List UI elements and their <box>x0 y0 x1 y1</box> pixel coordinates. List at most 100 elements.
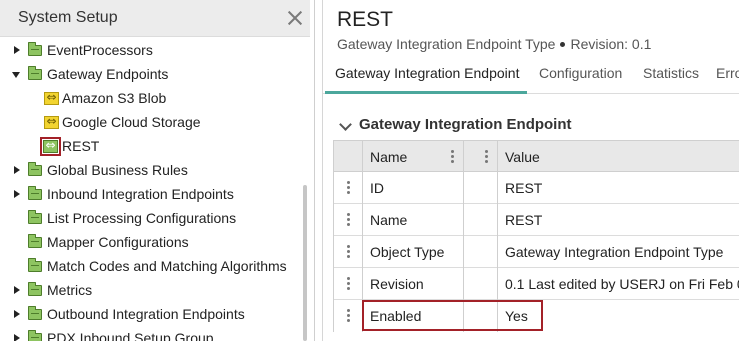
drag-handle-icon[interactable] <box>347 213 350 227</box>
system-setup-panel: System Setup EventProcessors Gateway End… <box>0 0 315 341</box>
editor-panel: REST Gateway Integration Endpoint Type Re… <box>322 0 739 341</box>
row-drag-handle[interactable] <box>334 204 363 236</box>
expand-caret-icon[interactable] <box>12 284 22 296</box>
tree-item-mapper-configurations[interactable]: Mapper Configurations <box>12 230 189 254</box>
tree-item-label: REST <box>62 138 100 154</box>
tree-item-inbound-integration-endpoints[interactable]: Inbound Integration Endpoints <box>12 182 234 206</box>
row-spacer-cell <box>464 204 498 236</box>
row-value-cell[interactable]: 0.1 Last edited by USERJ on Fri Feb 07 <box>498 268 739 300</box>
drag-handle-icon[interactable] <box>347 277 350 291</box>
tree-item-label: List Processing Configurations <box>47 210 237 226</box>
folder-icon <box>28 41 42 56</box>
grid-header: Name Value <box>334 141 739 172</box>
row-value-cell[interactable]: REST <box>498 204 739 236</box>
tree-item-rest[interactable]: REST <box>40 134 99 158</box>
grid-header-spacer-cell <box>464 141 498 172</box>
folder-icon <box>28 305 42 320</box>
grid-header-handle-cell <box>334 141 363 172</box>
tree-item-outbound-integration-endpoints[interactable]: Outbound Integration Endpoints <box>12 302 245 326</box>
tree-item-label: Outbound Integration Endpoints <box>47 306 245 322</box>
expand-caret-icon[interactable] <box>12 188 22 200</box>
column-header-name[interactable]: Name <box>363 141 464 172</box>
row-spacer-cell <box>464 268 498 300</box>
editor-tabs: Gateway Integration Endpoint Configurati… <box>323 58 739 94</box>
tree-item-label: Mapper Configurations <box>47 234 189 250</box>
tree-item-label: Metrics <box>47 282 93 298</box>
row-drag-handle[interactable] <box>334 172 363 204</box>
tab-statistics[interactable]: Statistics <box>643 65 699 81</box>
tree-item-amazon-s3-blob[interactable]: Amazon S3 Blob <box>44 86 166 110</box>
table-row[interactable]: Object Type Gateway Integration Endpoint… <box>334 236 739 268</box>
active-tab-indicator <box>325 91 527 94</box>
expand-caret-icon[interactable] <box>12 164 22 176</box>
close-icon[interactable] <box>286 9 304 27</box>
tree-item-gateway-endpoints[interactable]: Gateway Endpoints <box>12 62 168 86</box>
folder-icon <box>28 281 42 296</box>
folder-icon <box>28 161 42 176</box>
tab-errors[interactable]: Erro <box>716 65 739 81</box>
row-spacer-cell <box>464 172 498 204</box>
revision-label: Revision: 0.1 <box>570 36 652 52</box>
row-value-cell[interactable]: REST <box>498 172 739 204</box>
system-setup-title: System Setup <box>18 9 118 26</box>
enabled-row-highlight <box>362 300 543 331</box>
expand-caret-icon[interactable] <box>12 44 22 56</box>
column-header-value[interactable]: Value <box>498 141 739 172</box>
endpoint-icon-highlight <box>40 136 61 156</box>
column-menu-icon[interactable] <box>451 150 454 164</box>
table-row[interactable]: Revision 0.1 Last edited by USERJ on Fri… <box>334 268 739 300</box>
expand-caret-icon[interactable] <box>12 308 22 320</box>
folder-icon <box>28 185 42 200</box>
section-collapse-chevron-icon[interactable] <box>339 118 352 131</box>
page-title: REST <box>337 8 394 31</box>
tree-item-eventprocessors[interactable]: EventProcessors <box>12 38 153 62</box>
endpoint-icon <box>44 114 59 129</box>
drag-handle-icon[interactable] <box>347 309 350 323</box>
tab-configuration[interactable]: Configuration <box>539 65 622 81</box>
section-title: Gateway Integration Endpoint <box>359 116 572 133</box>
tree-scrollbar-thumb[interactable] <box>303 185 307 341</box>
column-header-name-label: Name <box>370 148 408 165</box>
drag-handle-icon[interactable] <box>347 245 350 259</box>
folder-icon <box>28 65 42 80</box>
row-drag-handle[interactable] <box>334 300 363 332</box>
folder-icon <box>28 209 42 224</box>
table-row[interactable]: Name REST <box>334 204 739 236</box>
row-drag-handle[interactable] <box>334 236 363 268</box>
tree-item-label: Amazon S3 Blob <box>62 90 167 106</box>
collapse-caret-icon[interactable] <box>12 68 22 80</box>
tab-gateway-integration-endpoint[interactable]: Gateway Integration Endpoint <box>335 65 519 81</box>
tree-item-label: Google Cloud Storage <box>62 114 201 130</box>
folder-icon <box>28 257 42 272</box>
tree-item-google-cloud-storage[interactable]: Google Cloud Storage <box>44 110 201 134</box>
expand-caret-icon[interactable] <box>12 332 22 341</box>
tree-item-pdx-inbound-setup-group[interactable]: PDX Inbound Setup Group <box>12 326 214 341</box>
tree-item-label: Match Codes and Matching Algorithms <box>47 258 287 274</box>
row-name-cell: Revision <box>363 268 464 300</box>
row-name-cell: Object Type <box>363 236 464 268</box>
page-subtitle: Gateway Integration Endpoint Type Revisio… <box>337 36 651 52</box>
system-setup-header: System Setup <box>0 0 310 37</box>
row-drag-handle[interactable] <box>334 268 363 300</box>
tree-item-label: Gateway Endpoints <box>47 66 169 82</box>
tree-item-list-processing-configurations[interactable]: List Processing Configurations <box>12 206 236 230</box>
column-menu-icon[interactable] <box>485 150 488 164</box>
tree-item-global-business-rules[interactable]: Global Business Rules <box>12 158 188 182</box>
folder-icon <box>28 329 42 341</box>
tree-item-metrics[interactable]: Metrics <box>12 278 92 302</box>
row-name-cell: Name <box>363 204 464 236</box>
row-name-cell: ID <box>363 172 464 204</box>
row-value-cell[interactable]: Gateway Integration Endpoint Type <box>498 236 739 268</box>
row-spacer-cell <box>464 236 498 268</box>
tree-item-label: Inbound Integration Endpoints <box>47 186 234 202</box>
tree-item-label: EventProcessors <box>47 42 153 58</box>
drag-handle-icon[interactable] <box>347 181 350 195</box>
table-row[interactable]: ID REST <box>334 172 739 204</box>
endpoint-icon <box>44 90 59 105</box>
folder-icon <box>28 233 42 248</box>
separator-dot-icon <box>560 41 566 47</box>
endpoint-icon <box>43 138 58 153</box>
tree-item-match-codes[interactable]: Match Codes and Matching Algorithms <box>12 254 287 278</box>
tree-item-label: Global Business Rules <box>47 162 188 178</box>
column-header-value-label: Value <box>505 148 540 165</box>
